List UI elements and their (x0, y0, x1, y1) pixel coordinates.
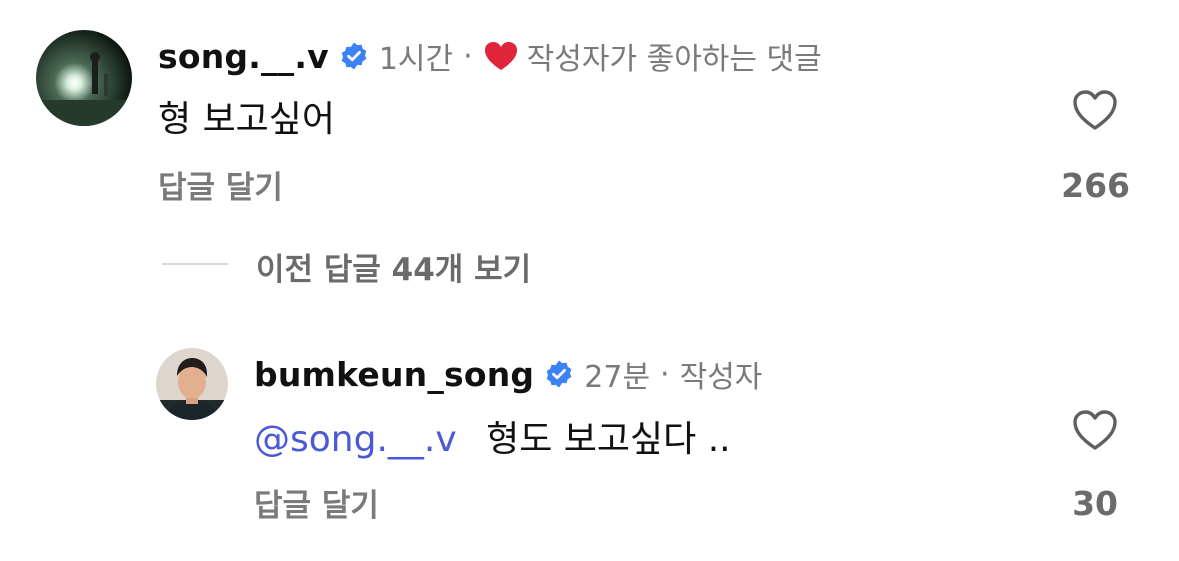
avatar-photo (156, 348, 228, 420)
comment-text: 형 보고싶어 (158, 99, 336, 140)
reply-text-row: @song.__.v 형도 보고싶다 .. (254, 410, 731, 462)
heart-outline-icon[interactable] (1071, 408, 1119, 452)
avatar[interactable] (36, 30, 132, 126)
reply-header: bumkeun_song 27분 · 작성자 (254, 352, 762, 396)
liked-by-author-label: 작성자가 좋아하는 댓글 (526, 42, 822, 77)
heart-outline-icon[interactable] (1071, 88, 1119, 132)
reply-button[interactable]: 답글 달기 (254, 480, 379, 525)
like-count: 30 (1072, 484, 1118, 523)
username[interactable]: song.__.v (158, 37, 329, 76)
like-count: 266 (1061, 166, 1130, 205)
mention-link[interactable]: @song.__.v (254, 419, 457, 460)
reply-text: 형도 보고싶다 .. (486, 419, 731, 460)
avatar-photo (36, 30, 132, 126)
verified-badge-icon (544, 359, 574, 389)
separator-dot: · (660, 356, 670, 392)
author-label: 작성자 (679, 360, 763, 395)
heart-filled-icon (483, 40, 519, 72)
thread-divider (162, 263, 228, 265)
comment-header: song.__.v 1시간 · 작성자가 좋아하는 댓글 (158, 34, 822, 78)
separator-dot: · (463, 38, 473, 74)
timestamp: 1시간 (378, 42, 454, 77)
timestamp: 27분 (584, 360, 651, 395)
view-previous-replies-button[interactable]: 이전 답글 44개 보기 (256, 244, 531, 289)
verified-badge-icon (339, 41, 369, 71)
reply-button[interactable]: 답글 달기 (158, 162, 283, 207)
username[interactable]: bumkeun_song (254, 355, 534, 394)
reply-avatar[interactable] (156, 348, 228, 420)
